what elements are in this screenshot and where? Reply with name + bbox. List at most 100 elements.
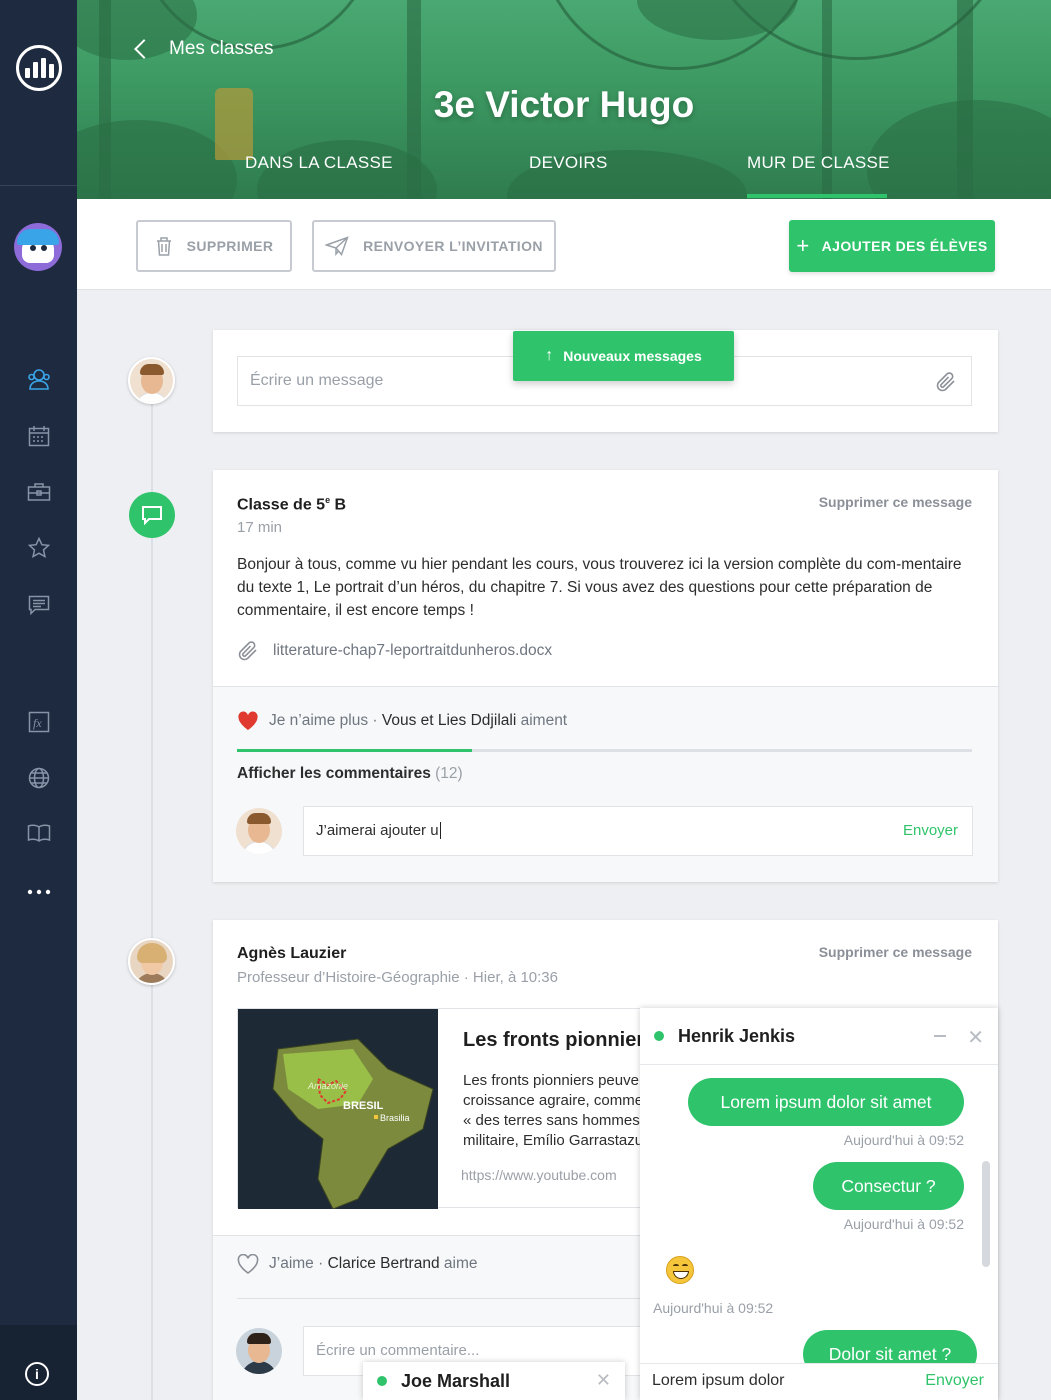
chat-contact-name: Joe Marshall — [401, 1370, 511, 1391]
active-tab-indicator — [747, 194, 887, 198]
comments-progress — [237, 749, 972, 752]
unlike-button[interactable]: Je n’aime plus — [269, 712, 368, 729]
svg-text:fx: fx — [33, 716, 42, 730]
map-label-bresil: BRESIL — [343, 1100, 384, 1112]
paperclip-icon[interactable] — [935, 371, 957, 398]
chat-header[interactable]: Henrik Jenkis ✕ — [640, 1008, 998, 1065]
arrow-up-icon: ↑ — [545, 347, 554, 364]
add-students-button[interactable]: + AJOUTER DES ÉLÈVES — [789, 220, 995, 272]
link-url[interactable]: https://www.youtube.com — [461, 1167, 617, 1183]
commenter-avatar — [236, 808, 282, 854]
heart-filled-icon[interactable] — [237, 711, 259, 731]
tab-mur-de-classe[interactable]: MUR DE CLASSE — [747, 153, 890, 173]
message-input-placeholder: Écrire un message — [250, 372, 384, 389]
post-card: Classe de 5e B 17 min Supprimer ce messa… — [213, 470, 998, 882]
new-messages-button[interactable]: ↑ Nouveaux messages — [513, 331, 734, 381]
delete-message-link[interactable]: Supprimer ce message — [819, 944, 972, 960]
chat-composer: Lorem ipsum dolor Envoyer — [640, 1363, 998, 1400]
map-label-amazonie: Amazonie — [307, 1081, 348, 1091]
close-icon[interactable]: ✕ — [596, 1370, 611, 1391]
paperclip-icon — [238, 641, 257, 661]
post-footer: Je n’aime plus · Vous et Lies Ddjilali a… — [213, 686, 998, 882]
close-icon[interactable]: ✕ — [967, 1025, 984, 1050]
sidebar-divider — [0, 185, 77, 186]
map-image: Amazonie BRESIL Brasilia — [238, 1009, 438, 1209]
paper-plane-icon — [325, 236, 349, 256]
formula-icon[interactable]: fx — [26, 709, 52, 735]
show-comments-label: Afficher les commentaires — [237, 765, 431, 782]
chat-timestamp: Aujourd'hui à 09:52 — [653, 1300, 774, 1316]
online-status-icon — [377, 1376, 387, 1386]
post-body: Bonjour à tous, comme vu hier pendant le… — [237, 556, 962, 619]
chevron-left-icon — [134, 39, 154, 59]
commenter-avatar — [236, 1328, 282, 1374]
minimize-icon[interactable] — [934, 1035, 946, 1037]
app-logo[interactable] — [16, 45, 62, 91]
chat-contact-name: Henrik Jenkis — [678, 1025, 796, 1046]
toolbar: SUPPRIMER RENVOYER L’INVITATION + AJOUTE… — [77, 199, 1051, 290]
comment-input-value: J’aimerai ajouter u — [316, 822, 439, 839]
user-avatar[interactable] — [14, 223, 62, 271]
star-icon[interactable] — [26, 535, 52, 561]
chat-message: Consectur ? — [813, 1162, 964, 1210]
chat-send-button[interactable]: Envoyer — [925, 1372, 984, 1390]
page-title: 3e Victor Hugo — [433, 84, 695, 125]
chat-window-collapsed[interactable]: Joe Marshall ✕ — [363, 1362, 625, 1400]
likes-row: J’aime · Clarice Bertrand aime — [237, 1254, 478, 1274]
link-title: Les fronts pionniers — [463, 1029, 656, 1051]
post-author-suffix: B — [330, 496, 347, 514]
comment-input[interactable]: J’aimerai ajouter u Envoyer — [303, 806, 973, 856]
delete-button-label: SUPPRIMER — [186, 238, 274, 254]
info-icon[interactable]: i — [25, 1362, 49, 1386]
more-icon[interactable] — [26, 879, 52, 905]
online-status-icon — [654, 1031, 664, 1041]
timeline-line — [151, 400, 153, 1400]
comments-count: (12) — [435, 765, 463, 782]
chat-timestamp: Aujourd'hui à 09:52 — [843, 1132, 964, 1148]
plus-icon: + — [796, 233, 810, 258]
delete-button[interactable]: SUPPRIMER — [136, 220, 292, 272]
users-icon[interactable] — [26, 366, 52, 392]
send-comment-button[interactable]: Envoyer — [903, 822, 958, 839]
back-link[interactable]: Mes classes — [134, 38, 274, 60]
messages-icon[interactable] — [26, 592, 52, 618]
class-header: Mes classes 3e Victor Hugo DANS LA CLASS… — [77, 0, 1051, 199]
liker-names: Vous et Lies Ddjilali — [381, 712, 517, 729]
briefcase-icon[interactable] — [26, 479, 52, 505]
trash-icon — [156, 237, 171, 256]
resend-button-label: RENVOYER L’INVITATION — [363, 238, 543, 254]
resend-invitation-button[interactable]: RENVOYER L’INVITATION — [312, 220, 556, 272]
globe-icon[interactable] — [26, 765, 52, 791]
attachment-link[interactable]: litterature-chap7-leportraitdunheros.doc… — [237, 640, 552, 662]
post-author: Classe de 5e B — [237, 495, 346, 514]
liker-names: Clarice Bertrand — [327, 1255, 440, 1272]
chat-window: Henrik Jenkis ✕ Lorem ipsum dolor sit am… — [640, 1008, 998, 1400]
calendar-icon[interactable] — [26, 423, 52, 449]
chat-timestamp: Aujourd'hui à 09:52 — [843, 1216, 964, 1232]
attachment-filename: litterature-chap7-leportraitdunheros.doc… — [273, 642, 553, 659]
like-verb: aime — [443, 1255, 478, 1272]
add-button-label: AJOUTER DES ÉLÈVES — [821, 238, 988, 254]
back-label: Mes classes — [169, 38, 274, 59]
like-separator: · — [368, 712, 382, 729]
new-messages-label: Nouveaux messages — [563, 348, 702, 364]
map-label-brasilia: Brasilia — [380, 1113, 410, 1123]
heart-outline-icon[interactable] — [237, 1254, 259, 1274]
show-comments-link[interactable]: Afficher les commentaires (12) — [237, 765, 463, 783]
tab-dans-la-classe[interactable]: DANS LA CLASSE — [245, 153, 393, 173]
like-separator: · — [313, 1255, 328, 1272]
chat-input[interactable]: Lorem ipsum dolor — [652, 1372, 785, 1390]
tab-devoirs[interactable]: DEVOIRS — [529, 153, 608, 173]
delete-message-link[interactable]: Supprimer ce message — [819, 494, 972, 510]
grinning-face-icon — [666, 1256, 694, 1284]
chat-bubble-icon — [129, 492, 175, 538]
chat-message: Lorem ipsum dolor sit amet — [688, 1078, 964, 1126]
comment-input-placeholder: Écrire un commentaire... — [316, 1342, 480, 1359]
like-button[interactable]: J’aime — [269, 1255, 314, 1272]
like-verb: aiment — [520, 712, 568, 729]
post-author-name: Classe de 5 — [237, 496, 326, 514]
book-icon[interactable] — [26, 820, 52, 846]
author-avatar — [128, 938, 175, 985]
chat-scrollbar[interactable] — [982, 1161, 990, 1267]
likes-row: Je n’aime plus · Vous et Lies Ddjilali a… — [237, 711, 567, 731]
